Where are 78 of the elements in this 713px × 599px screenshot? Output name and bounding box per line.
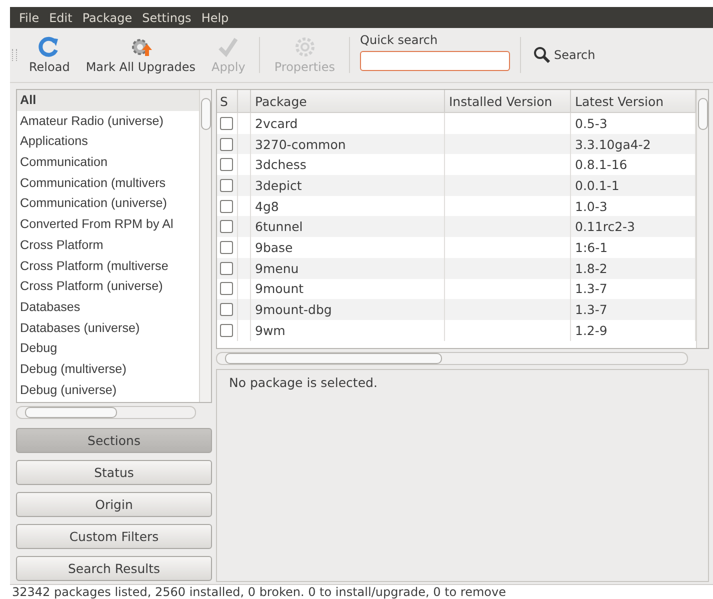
search-button[interactable]: Search [527, 46, 596, 64]
table-cell: 3270-common [255, 136, 346, 152]
checkbox[interactable] [220, 220, 233, 234]
section-item[interactable]: Debug (multiverse) [17, 358, 199, 380]
table-cell: 2vcard [255, 116, 298, 131]
checkmark-icon [217, 36, 240, 58]
column-header[interactable]: S [217, 90, 238, 112]
checkbox[interactable] [220, 324, 233, 337]
checkbox[interactable] [220, 282, 233, 296]
search-icon [533, 46, 552, 64]
horizontal-scrollbar[interactable] [16, 406, 196, 419]
table-cell: 1.3-7 [575, 281, 608, 296]
table-cell: 4g8 [255, 198, 279, 214]
filter-button[interactable]: Search Results [16, 556, 212, 581]
checkbox[interactable] [220, 116, 233, 130]
table-cell: 1:6-1 [575, 240, 608, 255]
checkbox[interactable] [220, 178, 233, 192]
table-cell: 6tunnel [255, 219, 303, 234]
section-item[interactable]: Converted From RPM by Al [17, 214, 199, 235]
quick-search-field[interactable] [360, 51, 510, 71]
filter-button[interactable]: Status [16, 460, 212, 485]
column-header[interactable]: Package [250, 90, 444, 112]
table-cell: 0.8.1-16 [575, 157, 628, 172]
reload-icon [38, 36, 60, 58]
filter-button[interactable]: Origin [16, 492, 212, 517]
menu-item[interactable]: Edit [44, 10, 78, 24]
checkbox[interactable] [220, 262, 233, 275]
checkbox[interactable] [220, 138, 233, 151]
table-cell: 1.0-3 [575, 198, 608, 214]
section-item[interactable]: Debug (universe) [17, 380, 199, 400]
filter-button[interactable]: Sections [16, 428, 212, 453]
section-item[interactable]: Cross Platform [17, 234, 199, 256]
table-cell: 1.2-9 [575, 322, 608, 338]
table-cell: 3depict [255, 178, 302, 193]
table-cell: 9menu [255, 260, 299, 276]
checkbox[interactable] [220, 240, 233, 254]
toolbar-button[interactable]: Reload [21, 34, 78, 76]
vertical-scrollbar[interactable] [696, 90, 708, 348]
table-cell: 3.3.10ga4-2 [575, 136, 651, 152]
horizontal-scrollbar[interactable] [216, 352, 688, 365]
gear-icon [294, 36, 316, 58]
menu-item[interactable]: Help [196, 10, 234, 24]
table-cell: 9base [255, 240, 293, 255]
menu-item[interactable]: Package [77, 10, 138, 24]
section-item[interactable]: Debug [17, 338, 199, 359]
details-text: No package is selected. [229, 375, 378, 390]
section-item[interactable]: Cross Platform (universe) [17, 276, 199, 297]
table-cell: 1.8-2 [575, 260, 608, 276]
table-cell: 9mount [255, 281, 304, 296]
section-item[interactable]: Databases (universe) [17, 318, 199, 338]
table-cell: 9wm [255, 322, 286, 338]
section-item[interactable]: Communication (multivers [17, 172, 199, 194]
table-cell: 9mount-dbg [255, 302, 332, 318]
table-cell: 0.0.1-1 [575, 178, 620, 193]
status-bar: 32342 packages listed, 2560 installed, 0 broken. 0 to install/upgrade, 0 to remove [10, 584, 713, 599]
vertical-scrollbar[interactable] [199, 90, 211, 402]
checkbox[interactable] [220, 158, 233, 172]
filter-button[interactable]: Custom Filters [16, 524, 212, 549]
table-cell: 1.3-7 [575, 302, 608, 318]
section-item[interactable]: Amateur Radio (universe) [17, 110, 199, 132]
menu-item[interactable]: Settings [137, 10, 196, 24]
section-item[interactable]: Communication (universe) [17, 193, 199, 214]
section-item[interactable]: All [17, 90, 199, 111]
table-cell: 0.5-3 [575, 116, 608, 131]
toolbar-button[interactable]: Mark All Upgrades [78, 34, 204, 76]
column-header[interactable]: Latest Version [570, 90, 696, 112]
section-item[interactable]: Communication [17, 152, 199, 173]
table-cell: 3dchess [255, 157, 306, 172]
section-item[interactable]: Cross Platform (multiverse [17, 256, 199, 276]
column-header[interactable]: Installed Version [444, 90, 570, 112]
toolbar-grip[interactable] [12, 49, 17, 61]
menu-item[interactable]: File [14, 10, 44, 24]
checkbox[interactable] [220, 200, 233, 213]
section-item[interactable]: Applications [17, 131, 199, 152]
checkbox[interactable] [220, 303, 233, 316]
section-item[interactable]: Databases [17, 296, 199, 318]
field-label: Quick search [360, 33, 439, 47]
table-cell: 0.11rc2-3 [575, 219, 635, 234]
